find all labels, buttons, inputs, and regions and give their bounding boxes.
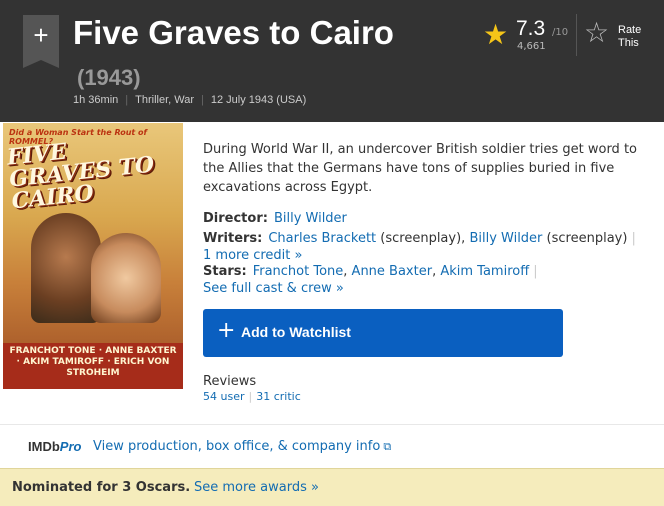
stars-label: Stars: (203, 264, 247, 279)
director-row: Director: Billy Wilder (203, 210, 658, 227)
star-link-1[interactable]: Franchot Tone (253, 264, 344, 279)
reviews-links: 54 user | 31 critic (203, 390, 301, 403)
release-date[interactable]: 12 July 1943 (USA) (211, 94, 306, 106)
add-to-watchlist-button[interactable]: + Add to Watchlist (203, 309, 563, 357)
star-outline-icon[interactable]: ☆ (584, 18, 609, 48)
poster-figure-woman (91, 233, 161, 323)
critic-reviews-link[interactable]: 31 critic (256, 390, 301, 403)
add-to-watchlist-ribbon[interactable]: + (23, 15, 59, 68)
poster-title: FIVE GRAVES TO CAIRO (5, 138, 156, 215)
director-label: Director: (203, 211, 268, 226)
writer-link-1[interactable]: Charles Brackett (268, 231, 376, 246)
title-overview: Did a Woman Start the Rout of ROMMEL? FI… (0, 122, 664, 424)
awards-bar: Nominated for 3 Oscars. See more awards … (0, 468, 664, 506)
rating-best: /10 (552, 27, 569, 38)
runtime: 1h 36min (73, 94, 119, 106)
more-credit-link[interactable]: 1 more credit » (203, 248, 302, 263)
imdbpro-link-text: View production, box office, & company i… (93, 439, 381, 454)
movie-title: Five Graves to Cairo (73, 14, 394, 51)
plus-icon: + (33, 20, 49, 50)
divider (576, 14, 577, 56)
see-more-awards-link[interactable]: See more awards » (194, 480, 319, 495)
director-link[interactable]: Billy Wilder (274, 211, 347, 226)
watchlist-label: Add to Watchlist (241, 324, 351, 340)
title-subtext: 1h 36min | Thriller, War | 12 July 1943 (USA… (73, 94, 306, 106)
imdbpro-bar: IMDbPro View production, box office, & c… (0, 424, 664, 468)
awards-summary: Nominated for 3 Oscars. (12, 480, 191, 495)
external-link-icon: ⧉ (383, 440, 392, 453)
separator: | (533, 264, 538, 279)
separator: , (343, 264, 352, 279)
poster-cast-names: FRANCHOT TONE · ANNE BAXTER · AKIM TAMIR… (9, 346, 177, 378)
separator: | (125, 94, 129, 106)
imdbpro-logo-pro: Pro (59, 439, 82, 454)
plus-icon: + (217, 318, 236, 343)
separator: | (248, 390, 253, 403)
writers-label: Writers: (203, 231, 263, 246)
writer-role-2: (screenplay) (546, 231, 628, 246)
rate-this-button[interactable]: Rate This (618, 24, 654, 50)
full-cast-link[interactable]: See full cast & crew » (203, 281, 344, 296)
title-header: + Five Graves to Cairo (1943) 1h 36min | T… (0, 0, 664, 122)
rating-count[interactable]: 4,661 (517, 41, 546, 52)
imdbpro-logo-main: IMDb (28, 439, 60, 454)
page-title: Five Graves to Cairo (1943) (73, 12, 453, 98)
writer-role-1: (screenplay) (380, 231, 462, 246)
separator: | (201, 94, 204, 106)
star-icon: ★ (483, 18, 509, 51)
star-link-2[interactable]: Anne Baxter (352, 264, 433, 279)
user-reviews-link[interactable]: 54 user (203, 390, 245, 403)
writer-link-2[interactable]: Billy Wilder (469, 231, 542, 246)
imdbpro-logo[interactable]: IMDbPro (28, 439, 81, 454)
movie-year[interactable]: (1943) (77, 65, 141, 90)
plot-summary: During World War II, an undercover Briti… (203, 142, 637, 195)
writers-row: Writers: Charles Brackett (screenplay), B… (203, 230, 658, 264)
rating-value: 7.3 (516, 17, 546, 40)
imdbpro-info-link[interactable]: View production, box office, & company i… (93, 439, 391, 454)
movie-poster[interactable]: Did a Woman Start the Rout of ROMMEL? FI… (3, 123, 183, 389)
stars-row: Stars: Franchot Tone, Anne Baxter, Akim T… (203, 263, 658, 297)
separator: | (631, 231, 636, 246)
reviews-heading: Reviews (203, 374, 257, 389)
genres[interactable]: Thriller, War (135, 94, 194, 106)
star-link-3[interactable]: Akim Tamiroff (440, 264, 529, 279)
